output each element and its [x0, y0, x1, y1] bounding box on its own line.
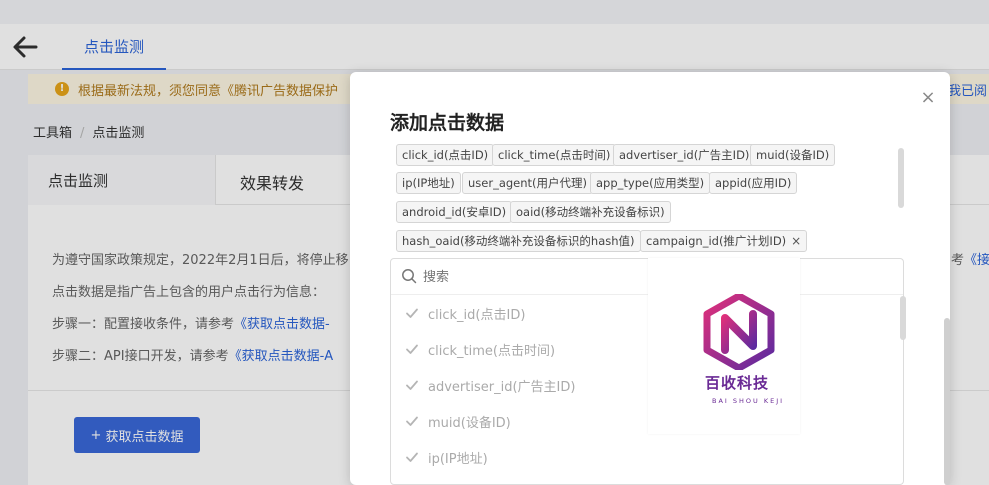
tag-campaign-id[interactable]: campaign_id(推广计划ID) × — [640, 230, 808, 252]
check-icon — [406, 344, 418, 354]
watermark-card — [648, 258, 800, 434]
dropdown-scrollbar[interactable] — [900, 296, 906, 340]
options-dropdown: click_id(点击ID) click_time(点击时间) advertis… — [390, 258, 904, 485]
tag-click-time[interactable]: click_time(点击时间) — [492, 144, 617, 166]
tags-scrollbar[interactable] — [898, 148, 904, 208]
check-icon — [406, 452, 418, 462]
brand-logo-icon — [703, 294, 775, 370]
option-advertiser-id[interactable]: advertiser_id(广告主ID) — [391, 367, 891, 403]
tag-remove-icon[interactable]: × — [791, 234, 801, 248]
tag-click-id[interactable]: click_id(点击ID) — [396, 144, 495, 166]
dialog-title: 添加点击数据 — [390, 112, 505, 134]
check-icon — [406, 416, 418, 426]
option-muid[interactable]: muid(设备ID) — [391, 403, 891, 439]
tag-campaign-id-label: campaign_id(推广计划ID) — [646, 234, 787, 248]
watermark-name-en: BAI SHOU KEJI — [712, 397, 785, 405]
close-icon[interactable]: × — [918, 88, 938, 108]
option-click-time[interactable]: click_time(点击时间) — [391, 331, 891, 367]
dialog-scrollbar[interactable] — [944, 318, 950, 485]
option-label: advertiser_id(广告主ID) — [428, 379, 576, 395]
tag-ip[interactable]: ip(IP地址) — [396, 172, 461, 194]
selected-tags[interactable]: click_id(点击ID) click_time(点击时间) advertis… — [394, 144, 908, 258]
tag-app-type[interactable]: app_type(应用类型) — [590, 172, 711, 194]
tag-android-id[interactable]: android_id(安卓ID) — [396, 201, 513, 223]
option-click-id[interactable]: click_id(点击ID) — [391, 295, 891, 331]
search-row — [391, 259, 903, 295]
tag-muid[interactable]: muid(设备ID) — [750, 144, 836, 166]
check-icon — [406, 308, 418, 318]
search-icon — [402, 269, 417, 284]
option-label: ip(IP地址) — [428, 451, 488, 467]
tag-appid[interactable]: appid(应用ID) — [709, 172, 798, 194]
option-label: click_time(点击时间) — [428, 343, 556, 359]
tag-advertiser-id[interactable]: advertiser_id(广告主ID) — [613, 144, 756, 166]
option-ip[interactable]: ip(IP地址) — [391, 439, 891, 475]
option-label: click_id(点击ID) — [428, 307, 526, 323]
tag-user-agent[interactable]: user_agent(用户代理) — [462, 172, 594, 194]
tag-oaid[interactable]: oaid(移动终端补充设备标识) — [510, 201, 671, 223]
option-label: muid(设备ID) — [428, 415, 511, 431]
tag-hash-oaid[interactable]: hash_oaid(移动终端补充设备标识的hash值) — [396, 230, 641, 252]
check-icon — [406, 380, 418, 390]
watermark-name-cn: 百收科技 — [705, 374, 770, 392]
